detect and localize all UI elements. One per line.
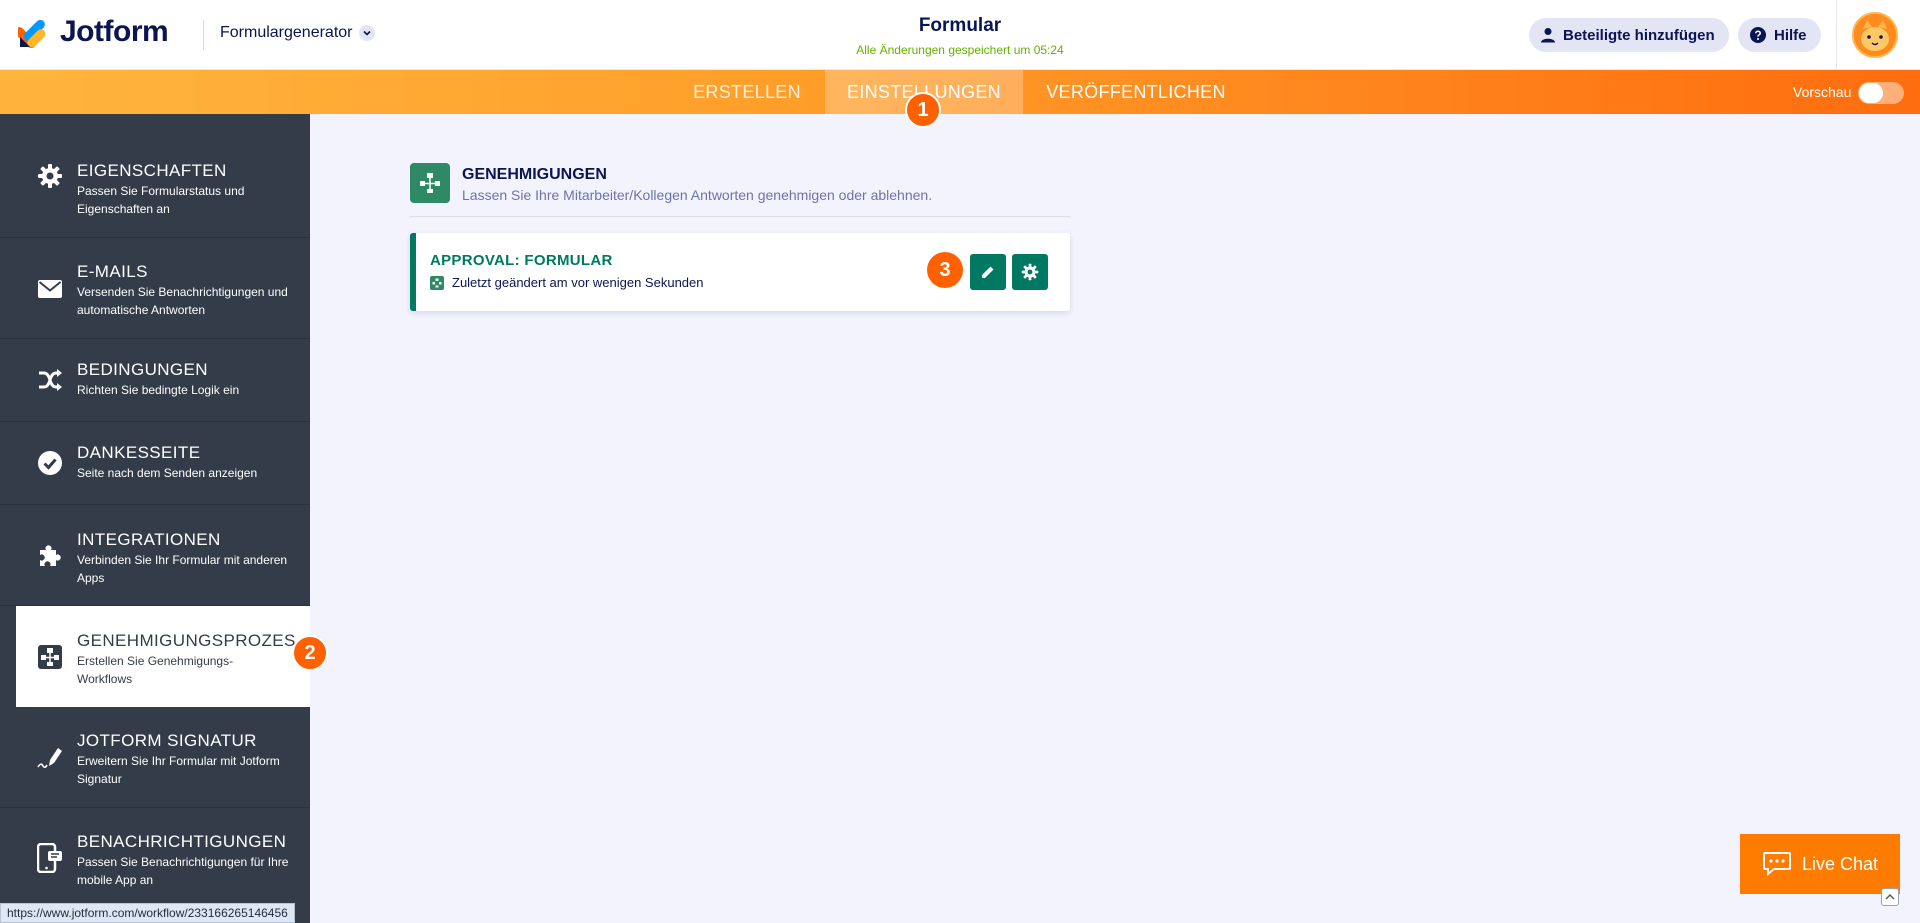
sidebar-item-desc: Versenden Sie Benachrichtigungen und aut… xyxy=(77,285,288,317)
header-divider xyxy=(203,20,204,50)
puzzle-icon xyxy=(36,542,64,570)
help-button[interactable]: Hilfe xyxy=(1738,18,1821,52)
help-icon xyxy=(1750,27,1766,43)
chevron-down-icon xyxy=(358,25,375,41)
form-title[interactable]: Formular xyxy=(860,15,1060,37)
sidebar-item-approval-flows[interactable]: GENEHMIGUNGSPROZES... Erstellen Sie Gene… xyxy=(16,606,312,707)
sidebar-item-desc: Verbinden Sie Ihr Formular mit anderen A… xyxy=(77,553,288,585)
jotform-logo-icon xyxy=(14,15,52,49)
sidebar-item-desc: Erweitern Sie Ihr Formular mit Jotform S… xyxy=(77,754,280,786)
user-icon xyxy=(1541,28,1555,43)
scroll-to-top-button[interactable] xyxy=(1881,888,1899,906)
sidebar-item-desc: Richten Sie bedingte Logik ein xyxy=(77,383,240,397)
sidebar-item-title: BENACHRICHTIGUNGEN xyxy=(77,832,287,851)
sidebar-item-properties[interactable]: EIGENSCHAFTEN Passen Sie Formularstatus … xyxy=(0,114,310,238)
check-circle-icon xyxy=(36,449,64,477)
approval-settings-button[interactable] xyxy=(1012,254,1048,290)
section-description: Lassen Sie Ihre Mitarbeiter/Kollegen Ant… xyxy=(462,187,933,203)
live-chat-label: Live Chat xyxy=(1801,853,1879,874)
sidebar-item-title: JOTFORM SIGNATUR xyxy=(77,731,257,750)
save-status: Alle Änderungen gespeichert um 05:24 xyxy=(856,43,1064,57)
preview-label: Vorschau xyxy=(1793,84,1852,100)
header-divider-right xyxy=(1836,0,1837,70)
sidebar-item-title: EIGENSCHAFTEN xyxy=(77,161,227,180)
sidebar-item-thank-you-page[interactable]: DANKESSEITE Seite nach dem Senden anzeig… xyxy=(0,422,310,505)
workflow-icon xyxy=(410,163,450,203)
builder-dropdown[interactable]: Formulargenerator xyxy=(220,24,375,42)
preview-toggle-knob xyxy=(1859,83,1883,103)
cat-avatar-icon xyxy=(1854,14,1896,56)
sidebar-item-integrations[interactable]: INTEGRATIONEN Verbinden Sie Ihr Formular… xyxy=(0,505,310,606)
approval-flow-title: APPROVAL: FORMULAR xyxy=(430,252,613,269)
approval-flow-meta: Zuletzt geändert am vor wenigen Sekunden xyxy=(430,275,704,290)
last-modified-text: Zuletzt geändert am vor wenigen Sekunden xyxy=(452,275,704,290)
sidebar-item-desc: Erstellen Sie Genehmigungs-Workflows xyxy=(77,654,234,686)
sidebar-item-desc: Seite nach dem Senden anzeigen xyxy=(77,466,258,480)
add-participants-button[interactable]: Beteiligte hinzufügen xyxy=(1529,18,1729,52)
edit-approval-button[interactable] xyxy=(970,254,1006,290)
logo-text: Jotform xyxy=(60,15,169,48)
workflow-icon xyxy=(36,643,64,671)
sidebar-item-title: DANKESSEITE xyxy=(77,443,201,462)
live-chat-button[interactable]: Live Chat xyxy=(1740,834,1900,894)
step-badge-1: 1 xyxy=(905,92,941,128)
preview-toggle[interactable] xyxy=(1858,82,1904,104)
pencil-icon xyxy=(982,266,994,278)
gear-icon xyxy=(36,162,64,190)
builder-dropdown-label: Formulargenerator xyxy=(220,24,353,41)
tab-publish[interactable]: VERÖFFENTLICHEN xyxy=(1036,70,1236,114)
sidebar-item-jotform-sign[interactable]: JOTFORM SIGNATUR Erweitern Sie Ihr Formu… xyxy=(0,707,310,808)
chevron-up-icon xyxy=(1885,894,1895,900)
section-title: GENEHMIGUNGEN xyxy=(462,166,607,183)
tab-create[interactable]: ERSTELLEN xyxy=(682,70,812,114)
sidebar-item-title: BEDINGUNGEN xyxy=(77,360,208,379)
builder-nav-bar: ERSTELLEN EINSTELLUNGEN VERÖFFENTLICHEN … xyxy=(0,70,1920,114)
sidebar-item-conditions[interactable]: BEDINGUNGEN Richten Sie bedingte Logik e… xyxy=(0,339,310,422)
signature-pen-icon xyxy=(36,744,64,772)
step-badge-3: 3 xyxy=(927,252,963,288)
sidebar-item-notifications[interactable]: BENACHRICHTIGUNGEN Passen Sie Benachrich… xyxy=(0,808,310,909)
workflow-icon xyxy=(430,275,444,290)
sidebar-item-desc: Passen Sie Benachrichtigungen für Ihre m… xyxy=(77,855,289,887)
approvals-section-header: GENEHMIGUNGEN Lassen Sie Ihre Mitarbeite… xyxy=(410,163,1070,217)
mobile-icon xyxy=(36,843,64,873)
shuffle-icon xyxy=(36,366,64,394)
envelope-icon xyxy=(36,275,64,303)
sidebar-item-title: E-MAILS xyxy=(77,262,148,281)
sidebar-item-desc: Passen Sie Formularstatus und Eigenschaf… xyxy=(77,184,245,216)
gear-icon xyxy=(1021,263,1039,281)
settings-sidebar: EIGENSCHAFTEN Passen Sie Formularstatus … xyxy=(0,114,312,923)
status-bar-url: https://www.jotform.com/workflow/2331662… xyxy=(0,903,295,923)
step-badge-2: 2 xyxy=(292,635,328,671)
chat-bubble-icon xyxy=(1762,852,1791,877)
top-header: Jotform Formulargenerator Formular Alle … xyxy=(0,0,1920,70)
jotform-logo[interactable]: Jotform xyxy=(14,15,169,49)
sidebar-item-title: GENEHMIGUNGSPROZES... xyxy=(77,631,312,650)
avatar[interactable] xyxy=(1852,12,1898,58)
approval-flow-card[interactable]: APPROVAL: FORMULAR Zuletzt geändert am v… xyxy=(410,233,1070,311)
add-participants-label: Beteiligte hinzufügen xyxy=(1563,26,1715,44)
sidebar-item-emails[interactable]: E-MAILS Versenden Sie Benachrichtigungen… xyxy=(0,238,310,339)
sidebar-item-title: INTEGRATIONEN xyxy=(77,530,221,549)
help-label: Hilfe xyxy=(1774,26,1807,44)
